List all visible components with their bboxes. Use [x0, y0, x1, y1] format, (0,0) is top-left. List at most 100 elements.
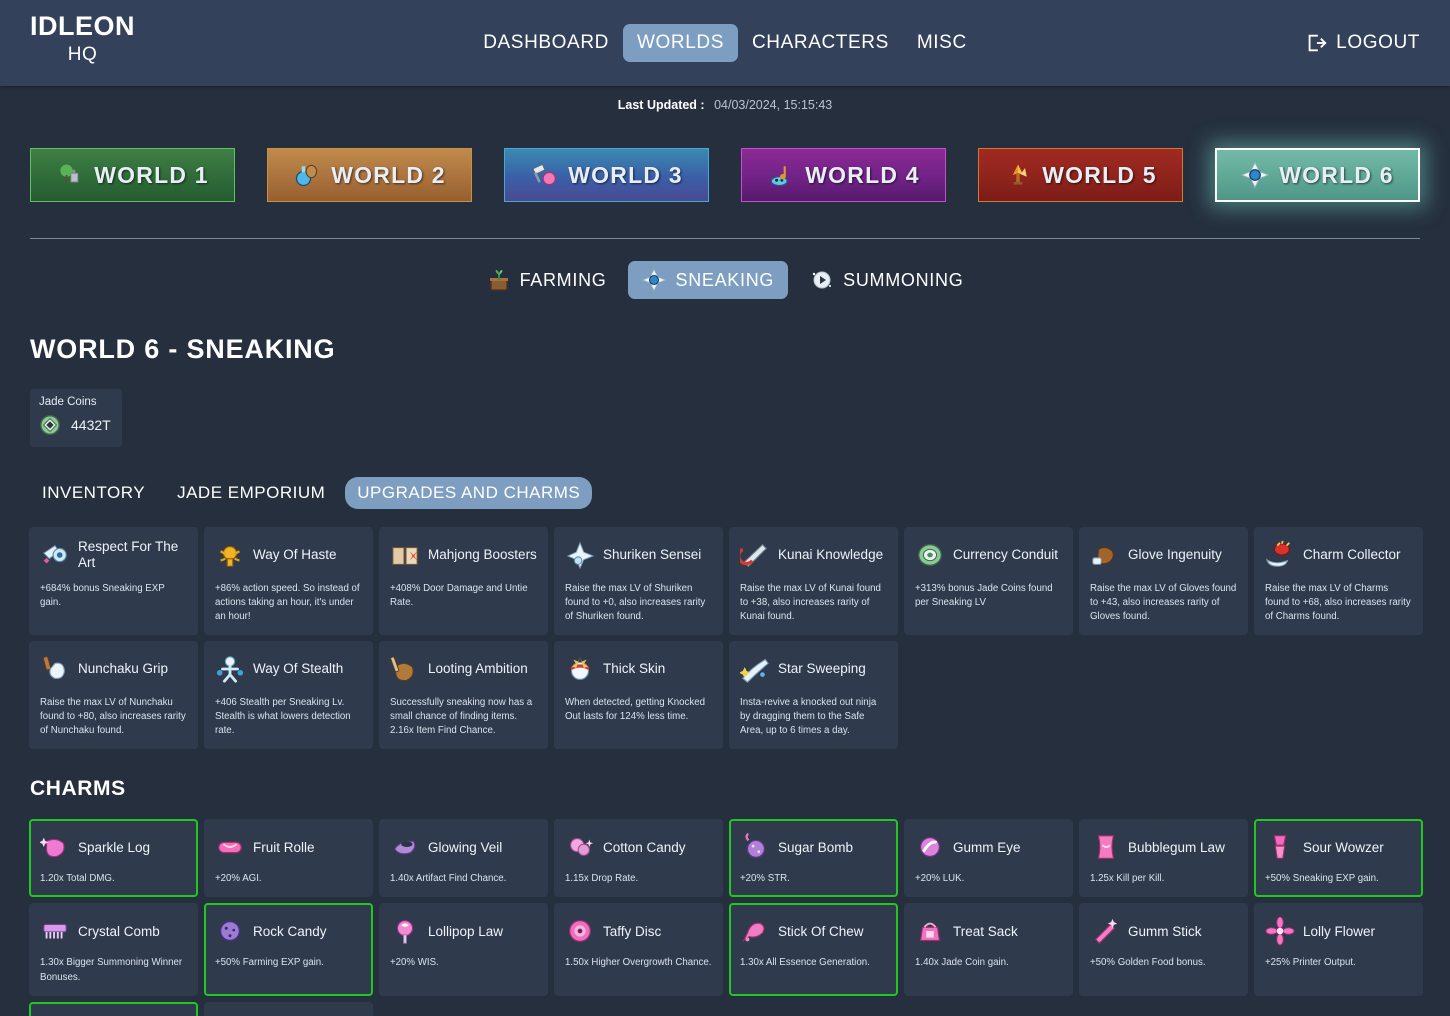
charm-card[interactable]: Crystal Comb1.30x Bigger Summoning Winne…: [29, 903, 198, 995]
jade-coins-label: Jade Coins: [39, 396, 114, 408]
world-selector: WORLD 1 WORLD 2 WORLD 3: [0, 112, 1450, 202]
upgrade-card-description: Raise the max LV of Kunai found to +38, …: [740, 582, 887, 624]
upgrade-card[interactable]: Star Sweeping Insta-revive a knocked out …: [729, 641, 898, 749]
charm-card-name: Crystal Comb: [78, 924, 160, 940]
world-button-3[interactable]: WORLD 3: [504, 148, 709, 202]
main-navigation: DASHBOARD WORLDS CHARACTERS MISC: [469, 24, 981, 62]
charm-card[interactable]: Stick Of Chew1.30x All Essence Generatio…: [729, 903, 898, 995]
upgrade-card-description: Insta-revive a knocked out ninja by drag…: [740, 696, 887, 738]
charm-card[interactable]: Lolly Flower+25% Printer Output.: [1254, 903, 1423, 995]
subtab-farming[interactable]: FARMING: [473, 261, 621, 299]
charm-item-icon: [40, 832, 70, 862]
upgrade-card[interactable]: Mahjong Boosters+408% Door Damage and Un…: [379, 527, 548, 635]
upgrade-card-description: Successfully sneaking now has a small ch…: [390, 696, 537, 738]
farming-pot-icon: [487, 268, 511, 292]
charm-item-icon: [1090, 832, 1120, 862]
charm-card[interactable]: Gumm Eye+20% LUK.: [904, 819, 1073, 897]
upgrade-card-description: Raise the max LV of Gloves found to +43,…: [1090, 582, 1237, 624]
upgrade-card-name: Star Sweeping: [778, 661, 866, 677]
charm-card-description: +25% Printer Output.: [1265, 956, 1412, 970]
upgrade-card-name: Currency Conduit: [953, 547, 1058, 563]
upgrade-card-name: Thick Skin: [603, 661, 665, 677]
charm-card[interactable]: Sparkle Log1.20x Total DMG.: [29, 819, 198, 897]
brand-logo[interactable]: IDLEON HQ: [30, 13, 135, 64]
upgrade-card[interactable]: Way Of Stealth+406 Stealth per Sneaking …: [204, 641, 373, 749]
charm-card[interactable]: Lollipop Law+20% WIS.: [379, 903, 548, 995]
upgrade-card[interactable]: Glove IngenuityRaise the max LV of Glove…: [1079, 527, 1248, 635]
charm-card[interactable]: Cotton Candy1.15x Drop Rate.: [554, 819, 723, 897]
last-updated-label: Last Updated :: [618, 98, 705, 112]
nav-item-characters[interactable]: CHARACTERS: [738, 24, 903, 62]
upgrade-card-name: Way Of Stealth: [253, 661, 343, 677]
upgrade-card[interactable]: Nunchaku GripRaise the max LV of Nunchak…: [29, 641, 198, 749]
page-title: WORLD 6 - SNEAKING: [30, 334, 1450, 365]
upgrade-card-header: Respect For The Art: [40, 537, 187, 573]
subtab-summoning-label: SUMMONING: [843, 270, 963, 291]
charm-card[interactable]: Glowing Veil1.40x Artifact Find Chance.: [379, 819, 548, 897]
charm-card[interactable]: Treat Sack1.40x Jade Coin gain.: [904, 903, 1073, 995]
logout-label: LOGOUT: [1336, 32, 1420, 54]
charm-card-description: +20% AGI.: [215, 872, 362, 886]
upgrade-card[interactable]: Looting Ambition Successfully sneaking no…: [379, 641, 548, 749]
charm-card-name: Sparkle Log: [78, 840, 150, 856]
tab-upgrades-and-charms[interactable]: UPGRADES AND CHARMS: [345, 477, 592, 509]
world6-subtabs: FARMING SNEAKING SUMMONING: [0, 239, 1450, 299]
charm-item-icon: [1090, 916, 1120, 946]
world-button-5[interactable]: WORLD 5: [978, 148, 1183, 202]
charms-grid: Sparkle Log1.20x Total DMG.Fruit Rolle+2…: [29, 819, 1450, 1016]
charm-card[interactable]: Gumm Stick+50% Golden Food bonus.: [1079, 903, 1248, 995]
world-button-2[interactable]: WORLD 2: [267, 148, 472, 202]
charm-card-header: Gumm Eye: [915, 829, 1062, 865]
upgrade-card-name: Looting Ambition: [428, 661, 528, 677]
charm-card-name: Gumm Stick: [1128, 924, 1202, 940]
charm-card-description: 1.25x Kill per Kill.: [1090, 872, 1237, 886]
world-button-6-label: WORLD 6: [1279, 162, 1393, 189]
upgrade-card-header: Shuriken Sensei: [565, 537, 712, 573]
upgrade-card[interactable]: Kunai KnowledgeRaise the max LV of Kunai…: [729, 527, 898, 635]
upgrade-card-header: Looting Ambition: [390, 651, 537, 687]
charm-card-name: Glowing Veil: [428, 840, 502, 856]
world-button-6[interactable]: WORLD 6: [1215, 148, 1420, 202]
charm-card-name: Stick Of Chew: [778, 924, 864, 940]
upgrade-card-header: Currency Conduit: [915, 537, 1062, 573]
charm-card-header: Crystal Comb: [40, 913, 187, 949]
charm-card[interactable]: Liqorice Rolle1.25x Bigger Bonuses of No…: [204, 1002, 373, 1016]
logout-button[interactable]: LOGOUT: [1305, 32, 1420, 54]
charm-card[interactable]: Sour Wowzer+50% Sneaking EXP gain.: [1254, 819, 1423, 897]
tab-inventory[interactable]: INVENTORY: [30, 477, 157, 509]
charm-card[interactable]: Gumball Necklace1.40x Money from Monster…: [29, 1002, 198, 1016]
upgrade-card[interactable]: Thick SkinWhen detected, getting Knocked…: [554, 641, 723, 749]
nav-item-dashboard[interactable]: DASHBOARD: [469, 24, 623, 62]
nav-item-worlds[interactable]: WORLDS: [623, 24, 738, 62]
world-button-1[interactable]: WORLD 1: [30, 148, 235, 202]
charm-card[interactable]: Rock Candy+50% Farming EXP gain.: [204, 903, 373, 995]
charm-card[interactable]: Bubblegum Law 1.25x Kill per Kill.: [1079, 819, 1248, 897]
world-button-4-label: WORLD 4: [805, 162, 919, 189]
upgrade-card[interactable]: Way Of Haste+86% action speed. So instea…: [204, 527, 373, 635]
jade-coin-icon: [39, 414, 61, 436]
upgrade-item-icon: [740, 540, 770, 570]
sneaking-shuriken-icon: [1241, 161, 1269, 189]
hammer-and-gem-icon: [530, 161, 558, 189]
charm-card[interactable]: Sugar Bomb+20% STR.: [729, 819, 898, 897]
charm-card-header: Sparkle Log: [40, 829, 187, 865]
charm-item-icon: [215, 832, 245, 862]
potion-flask-icon: [293, 161, 321, 189]
upgrade-card[interactable]: Currency Conduit+313% bonus Jade Coins f…: [904, 527, 1073, 635]
world-button-4[interactable]: WORLD 4: [741, 148, 946, 202]
tab-jade-emporium[interactable]: JADE EMPORIUM: [165, 477, 337, 509]
charm-card[interactable]: Fruit Rolle+20% AGI.: [204, 819, 373, 897]
upgrade-card[interactable]: Charm CollectorRaise the max LV of Charm…: [1254, 527, 1423, 635]
subtab-summoning[interactable]: SUMMONING: [796, 261, 977, 299]
logout-icon: [1305, 32, 1327, 54]
subtab-sneaking[interactable]: SNEAKING: [628, 261, 788, 299]
charm-card-header: Bubblegum Law: [1090, 829, 1237, 865]
charm-card[interactable]: Taffy Disc1.50x Higher Overgrowth Chance…: [554, 903, 723, 995]
world-button-3-label: WORLD 3: [568, 162, 682, 189]
upgrade-card[interactable]: Respect For The Art+684% bonus Sneaking …: [29, 527, 198, 635]
upgrade-card[interactable]: Shuriken SenseiRaise the max LV of Shuri…: [554, 527, 723, 635]
charm-card-header: Glowing Veil: [390, 829, 537, 865]
charm-item-icon: [565, 832, 595, 862]
nav-item-misc[interactable]: MISC: [903, 24, 981, 62]
subtab-farming-label: FARMING: [520, 270, 607, 291]
